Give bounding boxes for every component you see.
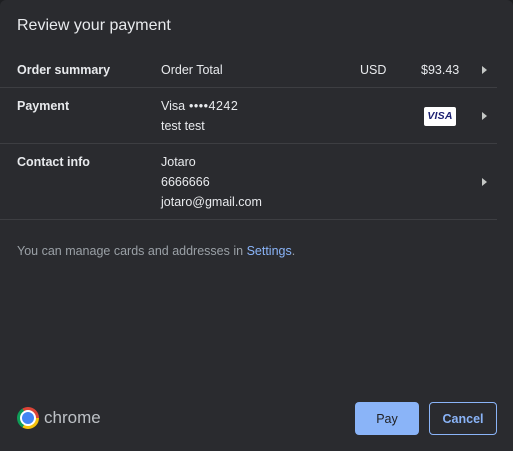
dialog-title: Review your payment	[17, 17, 171, 34]
chevron-right-icon	[482, 66, 487, 74]
contact-email: jotaro@gmail.com	[161, 195, 262, 209]
contact-name: Jotaro	[161, 155, 196, 169]
payment-label: Payment	[17, 99, 70, 113]
order-total-label: Order Total	[161, 63, 223, 77]
order-summary-label: Order summary	[17, 63, 111, 77]
pay-button[interactable]: Pay	[355, 402, 419, 435]
contact-info-label: Contact info	[17, 155, 90, 169]
note-text: You can manage cards and addresses in	[17, 244, 247, 258]
chrome-icon	[17, 407, 39, 429]
manage-settings-note: You can manage cards and addresses in Se…	[17, 244, 295, 258]
chevron-right-icon	[482, 178, 487, 186]
card-number: ••••4242	[189, 99, 239, 113]
chrome-wordmark: chrome	[44, 408, 101, 427]
payment-dialog: Review your payment Order summary Order …	[0, 0, 513, 451]
chevron-right-icon	[482, 112, 487, 120]
card-brand: Visa	[161, 99, 186, 113]
note-suffix: .	[291, 244, 296, 258]
cancel-button[interactable]: Cancel	[429, 402, 497, 435]
visa-logo-icon: VISA	[424, 107, 456, 126]
currency-code: USD	[360, 63, 387, 77]
payment-row[interactable]: Payment Visa ••••4242 test test VISA	[0, 88, 497, 144]
settings-link[interactable]: Settings	[247, 244, 292, 258]
order-total-amount: $93.43	[421, 63, 460, 77]
cardholder-name: test test	[161, 119, 205, 133]
contact-info-row[interactable]: Contact info Jotaro 6666666 jotaro@gmail…	[0, 144, 497, 220]
contact-phone: 6666666	[161, 175, 210, 189]
order-summary-row[interactable]: Order summary Order Total USD $93.43	[0, 54, 497, 88]
chrome-logo: chrome	[17, 407, 101, 429]
